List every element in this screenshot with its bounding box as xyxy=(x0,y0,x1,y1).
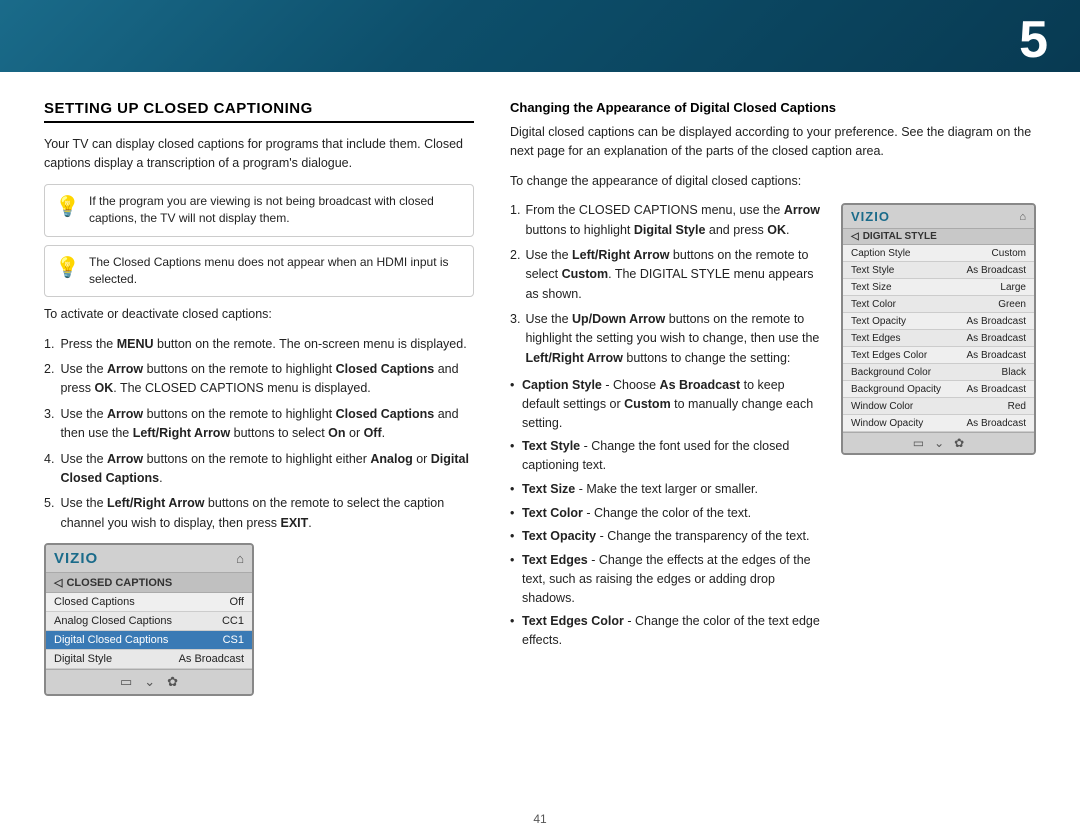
info-box-2: 💡 The Closed Captions menu does not appe… xyxy=(44,245,474,298)
step-1: 1. Press the MENU button on the remote. … xyxy=(44,335,474,354)
vizio-menu-header: VIZIO ⌂ xyxy=(46,545,252,573)
vizio-ds-row-caption-style: Caption StyleCustom xyxy=(843,245,1034,262)
bullet-caption-style: Caption Style - Choose As Broadcast to k… xyxy=(510,376,821,432)
vizio-ds-header: VIZIO ⌂ xyxy=(843,205,1034,229)
info-box-1-text: If the program you are viewing is not be… xyxy=(89,194,434,225)
info-box-1: 💡 If the program you are viewing is not … xyxy=(44,184,474,237)
right-heading: Changing the Appearance of Digital Close… xyxy=(510,100,1036,115)
bullet-list: Caption Style - Choose As Broadcast to k… xyxy=(510,376,821,650)
vizio-footer-icon-2: ⌄ xyxy=(144,674,155,690)
vizio-row-closed-captions: Closed CaptionsOff xyxy=(46,593,252,612)
section-title: SETTING UP CLOSED CAPTIONING xyxy=(44,100,474,123)
page-number: 5 xyxy=(1019,10,1048,70)
vizio-ds-logo: VIZIO xyxy=(851,209,890,224)
page-footer: 41 xyxy=(0,812,1080,826)
vizio-ds-section: ◁ DIGITAL STYLE xyxy=(843,229,1034,245)
vizio-ds-row-text-edges-color: Text Edges ColorAs Broadcast xyxy=(843,347,1034,364)
bullet-text-edges-color: Text Edges Color - Change the color of t… xyxy=(510,612,821,650)
vizio-ds-row-text-color: Text ColorGreen xyxy=(843,296,1034,313)
bullet-text-style: Text Style - Change the font used for th… xyxy=(510,437,821,475)
vizio-footer-icon-3: ✿ xyxy=(167,674,178,690)
bulb-icon-2: 💡 xyxy=(55,254,80,283)
vizio-footer: ▭ ⌄ ✿ xyxy=(46,669,252,694)
vizio-ds-icon-2: ⌄ xyxy=(934,436,944,450)
top-bar: 5 xyxy=(0,0,1080,72)
vizio-ds-row-text-edges: Text EdgesAs Broadcast xyxy=(843,330,1034,347)
vizio-ds-row-bg-opacity: Background OpacityAs Broadcast xyxy=(843,381,1034,398)
vizio-row-digital: Digital Closed CaptionsCS1 xyxy=(46,631,252,650)
vizio-ds-row-window-color: Window ColorRed xyxy=(843,398,1034,415)
step-3: 3. Use the Arrow buttons on the remote t… xyxy=(44,405,474,444)
bullet-text-size: Text Size - Make the text larger or smal… xyxy=(510,480,821,499)
vizio-ds-icon-3: ✿ xyxy=(954,436,964,450)
activate-label: To activate or deactivate closed caption… xyxy=(44,305,474,324)
vizio-ds-row-text-size: Text SizeLarge xyxy=(843,279,1034,296)
footer-page-number: 41 xyxy=(533,812,546,826)
vizio-closed-captions-menu: VIZIO ⌂ ◁ CLOSED CAPTIONS Closed Caption… xyxy=(44,543,254,696)
vizio-row-analog: Analog Closed CaptionsCC1 xyxy=(46,612,252,631)
right-text-col: 1. From the CLOSED CAPTIONS menu, use th… xyxy=(510,201,821,655)
vizio-ds-row-bg-color: Background ColorBlack xyxy=(843,364,1034,381)
bullet-text-opacity: Text Opacity - Change the transparency o… xyxy=(510,527,821,546)
steps-list: 1. Press the MENU button on the remote. … xyxy=(44,335,474,533)
home-icon: ⌂ xyxy=(236,551,244,566)
step-5: 5. Use the Left/Right Arrow buttons on t… xyxy=(44,494,474,533)
right-step-1: 1. From the CLOSED CAPTIONS menu, use th… xyxy=(510,201,821,240)
right-step-2: 2. Use the Left/Right Arrow buttons on t… xyxy=(510,246,821,304)
vizio-ds-row-text-opacity: Text OpacityAs Broadcast xyxy=(843,313,1034,330)
intro-text: Your TV can display closed captions for … xyxy=(44,135,474,174)
vizio-ds-home-icon: ⌂ xyxy=(1019,211,1026,223)
vizio-row-digital-style: Digital StyleAs Broadcast xyxy=(46,650,252,669)
vizio-logo: VIZIO xyxy=(54,550,98,567)
vizio-ds-icon-1: ▭ xyxy=(913,436,924,450)
right-step-3: 3. Use the Up/Down Arrow buttons on the … xyxy=(510,310,821,368)
vizio-ds-footer: ▭ ⌄ ✿ xyxy=(843,432,1034,453)
info-box-2-text: The Closed Captions menu does not appear… xyxy=(89,255,449,286)
right-steps-list: 1. From the CLOSED CAPTIONS menu, use th… xyxy=(510,201,821,368)
vizio-ds-row-text-style: Text StyleAs Broadcast xyxy=(843,262,1034,279)
bulb-icon-1: 💡 xyxy=(55,193,80,222)
bullet-text-color: Text Color - Change the color of the tex… xyxy=(510,504,821,523)
vizio-ds-row-window-opacity: Window OpacityAs Broadcast xyxy=(843,415,1034,432)
vizio-digital-style-menu: VIZIO ⌂ ◁ DIGITAL STYLE Caption StyleCus… xyxy=(841,203,1036,455)
bullet-text-edges: Text Edges - Change the effects at the e… xyxy=(510,551,821,607)
right-column: Changing the Appearance of Digital Close… xyxy=(510,100,1036,786)
right-intro: Digital closed captions can be displayed… xyxy=(510,123,1036,162)
right-content-row: 1. From the CLOSED CAPTIONS menu, use th… xyxy=(510,201,1036,655)
vizio-section-label: ◁ CLOSED CAPTIONS xyxy=(46,573,252,593)
right-menu-col: VIZIO ⌂ ◁ DIGITAL STYLE Caption StyleCus… xyxy=(841,201,1036,655)
right-change-label: To change the appearance of digital clos… xyxy=(510,172,1036,191)
left-column: SETTING UP CLOSED CAPTIONING Your TV can… xyxy=(44,100,474,786)
step-4: 4. Use the Arrow buttons on the remote t… xyxy=(44,450,474,489)
step-2: 2. Use the Arrow buttons on the remote t… xyxy=(44,360,474,399)
main-content: SETTING UP CLOSED CAPTIONING Your TV can… xyxy=(0,72,1080,806)
vizio-footer-icon-1: ▭ xyxy=(120,674,132,690)
